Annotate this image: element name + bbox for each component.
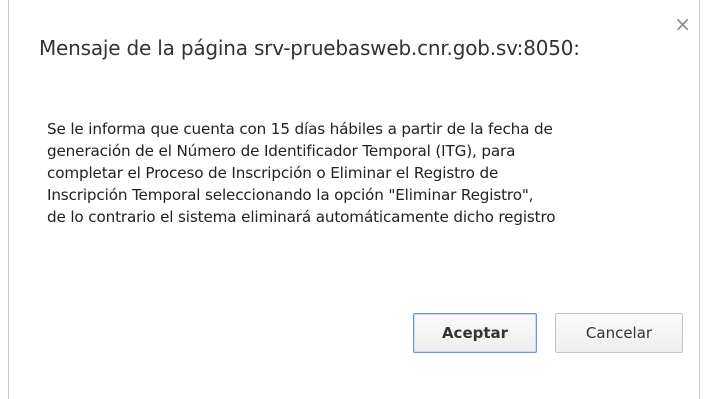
dialog: × Mensaje de la página srv-pruebasweb.cn… bbox=[8, 0, 700, 399]
close-icon[interactable]: × bbox=[674, 14, 691, 34]
message-line: de lo contrario el sistema eliminará aut… bbox=[47, 208, 556, 226]
message-line: Inscripción Temporal seleccionando la op… bbox=[47, 186, 534, 204]
cancel-button[interactable]: Cancelar bbox=[555, 313, 683, 353]
message-line: Se le informa que cuenta con 15 días háb… bbox=[47, 120, 553, 138]
message-line: completar el Proceso de Inscripción o El… bbox=[47, 164, 499, 182]
accept-button[interactable]: Aceptar bbox=[413, 313, 537, 353]
message-line: generación de el Número de Identificador… bbox=[47, 142, 516, 160]
dialog-title: Mensaje de la página srv-pruebasweb.cnr.… bbox=[39, 36, 580, 60]
dialog-message: Se le informa que cuenta con 15 días háb… bbox=[47, 118, 692, 228]
